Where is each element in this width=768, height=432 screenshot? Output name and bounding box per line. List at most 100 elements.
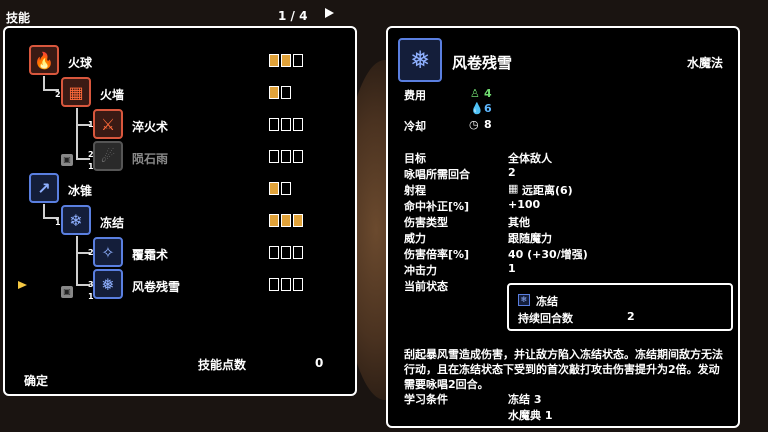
- skill-points-label: 技能点数: [198, 358, 247, 372]
- learn-condition-label: 学习条件: [404, 393, 448, 406]
- skill-name[interactable]: 覆霜术: [132, 246, 168, 263]
- level-pip: [269, 86, 279, 99]
- stat-value: 1: [508, 262, 516, 275]
- level-pip: [281, 246, 291, 259]
- skill-name[interactable]: 陨石雨: [132, 150, 168, 167]
- level-pip: [293, 246, 303, 259]
- fire-icon[interactable]: 🔥: [29, 45, 59, 75]
- learn-condition-2: 水魔典 1: [508, 409, 553, 422]
- level-pip: [293, 214, 303, 227]
- skill-level-pips: [269, 54, 303, 67]
- stat-label: 射程: [404, 184, 426, 197]
- level-pip: [281, 150, 291, 163]
- stat-value: 跟随魔力: [508, 232, 552, 245]
- status-duration-label: 持续回合数: [518, 312, 573, 325]
- stat-label: 咏唱所需回合: [404, 168, 470, 181]
- stat-label: 目标: [404, 152, 426, 165]
- stat-label: 伤害倍率[%]: [404, 248, 470, 261]
- level-pip: [281, 182, 291, 195]
- skill-tree-panel: [3, 26, 357, 396]
- cost-mana: 6: [484, 102, 492, 115]
- level-pip: [293, 118, 303, 131]
- skill-name[interactable]: 冰锥: [68, 182, 92, 199]
- stat-label: 冲击力: [404, 264, 437, 277]
- cooldown-label: 冷却: [404, 120, 426, 133]
- lock-icon: ▣: [61, 286, 73, 298]
- status-duration-value: 2: [627, 310, 635, 323]
- lock-icon: ▣: [61, 154, 73, 166]
- level-pip: [269, 182, 279, 195]
- selection-cursor-icon: [18, 281, 27, 289]
- tree-line: [43, 204, 45, 218]
- skill-level-pips: [269, 118, 303, 131]
- stat-label: 命中补正[%]: [404, 200, 470, 213]
- stat-value: 2: [508, 166, 516, 179]
- cost-stamina: 4: [484, 87, 492, 100]
- level-pip: [281, 278, 291, 291]
- level-pip: [293, 278, 303, 291]
- skill-name[interactable]: 冻结: [100, 214, 124, 231]
- stat-value: 全体敌人: [508, 152, 552, 165]
- stat-label: 伤害类型: [404, 216, 448, 229]
- skill-level-pips: [269, 86, 291, 99]
- skill-level-pips: [269, 246, 303, 259]
- level-pip: [281, 54, 291, 67]
- skill-level-pips: [269, 214, 303, 227]
- fire-wall-icon[interactable]: ▦: [61, 77, 91, 107]
- stamina-icon: ♙: [470, 87, 480, 100]
- skill-name[interactable]: 火墙: [100, 86, 124, 103]
- skill-school: 水魔法: [687, 56, 724, 70]
- level-pip: [269, 118, 279, 131]
- level-pip: [281, 86, 291, 99]
- ice-spike-icon[interactable]: ↗: [29, 173, 59, 203]
- stat-value: 其他: [508, 216, 530, 229]
- stat-value: 40 (+30/增强): [508, 248, 588, 261]
- confirm-button[interactable]: 确定: [24, 372, 48, 389]
- stat-label: 当前状态: [404, 280, 448, 293]
- learn-condition-1: 冻结 3: [508, 393, 542, 406]
- skill-points-value: 0: [315, 356, 324, 370]
- cooldown-value: 8: [484, 118, 492, 131]
- range-grid-icon: ▦: [508, 182, 519, 195]
- skill-level-pips: [269, 150, 303, 163]
- snowflake-icon: ❄: [518, 293, 530, 306]
- level-pip: [269, 54, 279, 67]
- level-pip: [293, 150, 303, 163]
- mana-drop-icon: 💧: [470, 102, 484, 115]
- level-pip: [281, 214, 291, 227]
- requirement-level: 1: [55, 218, 61, 227]
- stat-value: +100: [508, 198, 541, 211]
- skill-level-pips: [269, 182, 291, 195]
- quench-icon[interactable]: ⚔: [93, 109, 123, 139]
- skill-name[interactable]: 淬火术: [132, 118, 168, 135]
- skill-description: 刮起暴风雪造成伤害，并让敌方陷入冻结状态。冻结期间敌方无法行动，且在冻结状态下受…: [404, 348, 723, 391]
- tree-line: [43, 76, 45, 90]
- level-pip: [281, 118, 291, 131]
- snowflake-icon[interactable]: ❄: [61, 205, 91, 235]
- blizzard-icon[interactable]: ❅: [93, 269, 123, 299]
- skill-title: 风卷残雪: [452, 54, 513, 72]
- frost-icon[interactable]: ✧: [93, 237, 123, 267]
- next-page-arrow-icon[interactable]: [325, 8, 334, 18]
- level-pip: [293, 54, 303, 67]
- requirement-level: 2: [55, 90, 61, 99]
- stat-label: 威力: [404, 232, 426, 245]
- skill-level-pips: [269, 278, 303, 291]
- tree-line: [76, 236, 78, 286]
- level-pip: [269, 214, 279, 227]
- level-pip: [269, 278, 279, 291]
- status-name: 冻结: [536, 295, 558, 308]
- clock-icon: ◷: [469, 118, 479, 131]
- screen-title: 技能: [6, 11, 31, 25]
- cost-label: 费用: [404, 89, 426, 102]
- skill-name[interactable]: 风卷残雪: [132, 278, 180, 295]
- top-bar: 技能 1 / 4: [0, 0, 768, 28]
- skill-name[interactable]: 火球: [68, 54, 92, 71]
- level-pip: [269, 246, 279, 259]
- page-indicator: 1 / 4: [278, 9, 308, 23]
- level-pip: [269, 150, 279, 163]
- meteor-icon[interactable]: ☄: [93, 141, 123, 171]
- blizzard-icon: ❅: [398, 38, 442, 82]
- stat-value: 远距离(6): [522, 184, 573, 197]
- tree-line: [76, 108, 78, 160]
